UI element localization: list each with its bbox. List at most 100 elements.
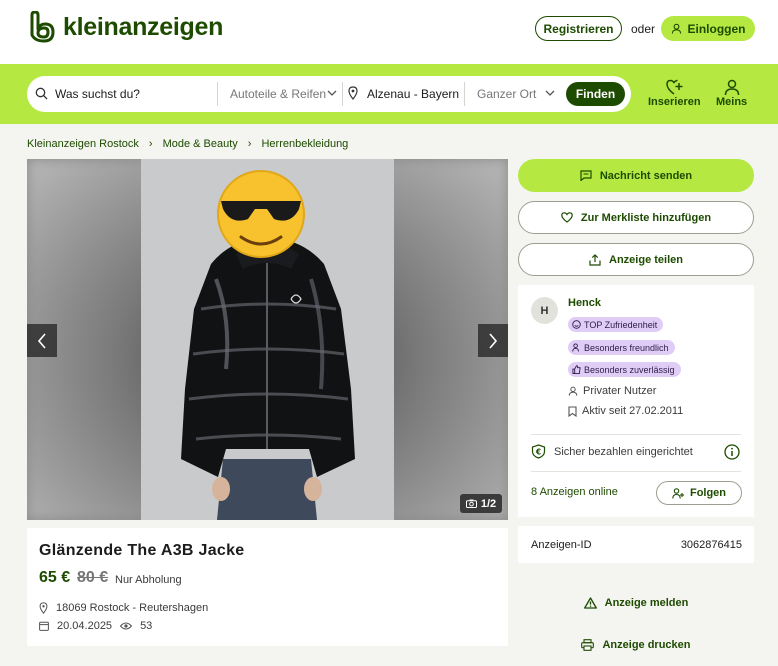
account-button[interactable]: Meins	[716, 78, 747, 108]
image-gallery[interactable]: 1/2	[27, 159, 508, 520]
ad-date: 20.04.2025	[57, 620, 113, 632]
radius-select[interactable]: Ganzer Ort	[477, 87, 536, 101]
search-icon	[35, 87, 48, 100]
info-icon[interactable]	[724, 444, 740, 460]
gallery-prev-button[interactable]	[27, 324, 57, 357]
breadcrumb-separator: ›	[148, 138, 153, 150]
send-message-label: Nachricht senden	[599, 169, 693, 182]
chevron-left-icon	[37, 332, 46, 349]
smile-icon	[572, 320, 581, 329]
user-icon	[671, 23, 681, 34]
location-input[interactable]: Alzenau - Bayern	[367, 87, 459, 101]
calendar-icon	[39, 621, 49, 631]
seller-divider	[531, 434, 741, 435]
ad-id-label: Anzeigen-ID	[531, 539, 592, 551]
seller-badge: Besonders freundlich	[568, 340, 675, 355]
login-button[interactable]: Einloggen	[661, 16, 755, 41]
user-icon	[568, 386, 578, 396]
image-counter-text: 1/2	[480, 497, 497, 510]
seller-active-since: Aktiv seit 27.02.2011	[568, 405, 683, 417]
breadcrumb: Kleinanzeigen Rostock › Mode & Beauty › He…	[27, 138, 348, 150]
gallery-next-button[interactable]	[478, 324, 508, 357]
or-label: oder	[631, 22, 656, 36]
svg-text:€: €	[535, 448, 541, 457]
ad-title: Glänzende The A3B Jacke	[39, 542, 245, 559]
seller-ads-online-link[interactable]: 8 Anzeigen online	[531, 486, 618, 498]
report-ad-label: Anzeige melden	[604, 597, 689, 609]
search-divider	[464, 82, 465, 106]
search-input[interactable]: Was suchst du?	[55, 87, 140, 101]
seller-badge: Besonders zuverlässig	[568, 362, 681, 377]
share-label: Anzeige teilen	[609, 253, 683, 266]
ad-price: 65 €	[39, 569, 71, 586]
category-select[interactable]: Autoteile & Reifen	[230, 87, 326, 101]
follow-user-icon	[672, 487, 684, 499]
ad-location: 18069 Rostock - Reutershagen	[39, 602, 208, 614]
eye-icon	[120, 622, 133, 630]
chevron-right-icon	[489, 332, 498, 349]
logo-icon	[30, 11, 55, 43]
breadcrumb-separator: ›	[247, 138, 252, 150]
heart-icon	[561, 212, 573, 223]
ad-summary-card: Glänzende The A3B Jacke 65 € 80 € Nur Ab…	[27, 528, 508, 646]
user-icon	[724, 79, 739, 96]
seller-type: Privater Nutzer	[568, 385, 656, 397]
follow-button[interactable]: Folgen	[656, 481, 742, 505]
seller-avatar[interactable]: H	[531, 297, 558, 324]
search-band: Was suchst du? Autoteile & Reifen Alzena…	[0, 64, 778, 124]
seller-badge-text: Besonders zuverlässig	[584, 364, 675, 375]
bookmark-icon	[568, 405, 577, 417]
secure-payment-text: Sicher bezahlen eingerichtet	[554, 445, 693, 458]
register-button[interactable]: Registrieren	[535, 16, 622, 41]
seller-active-text: Aktiv seit 27.02.2011	[582, 405, 684, 417]
seller-badge: TOP Zufriedenheit	[568, 317, 664, 332]
follow-label: Folgen	[689, 487, 727, 499]
chevron-down-icon	[327, 90, 337, 96]
top-header: kleinanzeigen Registrieren oder Einlogge…	[0, 0, 778, 64]
brand-name: kleinanzeigen	[63, 12, 224, 41]
breadcrumb-item[interactable]: Mode & Beauty	[163, 138, 238, 150]
breadcrumb-item[interactable]: Kleinanzeigen Rostock	[27, 138, 139, 150]
search-divider	[342, 82, 343, 106]
product-photo[interactable]	[141, 159, 394, 520]
breadcrumb-item[interactable]: Herrenbekleidung	[261, 138, 348, 150]
message-icon	[580, 170, 592, 181]
jacket-image	[141, 159, 394, 520]
ad-id-value: 3062876415	[680, 539, 742, 551]
report-ad-button[interactable]: Anzeige melden	[518, 597, 754, 609]
post-ad-button[interactable]: Inserieren	[648, 78, 701, 108]
friendly-icon	[572, 343, 579, 352]
camera-icon	[465, 499, 477, 508]
warning-icon	[583, 597, 597, 609]
seller-card: H Henck TOP Zufriedenheit Besonders freu…	[518, 285, 754, 517]
share-icon	[589, 253, 601, 266]
search-bar: Was suchst du? Autoteile & Reifen Alzena…	[27, 76, 631, 112]
location-pin-icon	[348, 86, 358, 100]
add-ad-icon	[666, 79, 683, 95]
ad-stats: 20.04.2025 53	[39, 620, 152, 632]
ad-location-text: 18069 Rostock - Reutershagen	[56, 602, 209, 614]
printer-icon	[581, 639, 595, 651]
ad-id-card: Anzeigen-ID 3062876415	[518, 526, 754, 563]
find-button[interactable]: Finden	[566, 82, 625, 106]
share-ad-button[interactable]: Anzeige teilen	[518, 243, 754, 276]
seller-name[interactable]: Henck	[568, 297, 601, 309]
ad-old-price: 80 €	[77, 569, 109, 586]
account-label: Meins	[716, 96, 748, 108]
seller-type-text: Privater Nutzer	[583, 385, 657, 397]
ad-views: 53	[140, 620, 153, 632]
login-label: Einloggen	[687, 21, 746, 36]
search-divider	[217, 82, 218, 106]
add-to-watchlist-button[interactable]: Zur Merkliste hinzufügen	[518, 201, 754, 234]
brand-logo[interactable]: kleinanzeigen	[27, 11, 223, 43]
print-ad-label: Anzeige drucken	[602, 639, 691, 651]
watchlist-label: Zur Merkliste hinzufügen	[580, 211, 712, 224]
seller-badge-text: TOP Zufriedenheit	[584, 319, 658, 330]
image-counter: 1/2	[460, 494, 502, 513]
send-message-button[interactable]: Nachricht senden	[518, 159, 754, 192]
shipping-info: Nur Abholung	[115, 574, 182, 586]
seller-badge-text: Besonders freundlich	[584, 342, 669, 353]
print-ad-button[interactable]: Anzeige drucken	[518, 639, 754, 651]
location-pin-icon	[39, 602, 48, 614]
secure-payment-info: € Sicher bezahlen eingerichtet	[531, 444, 693, 459]
